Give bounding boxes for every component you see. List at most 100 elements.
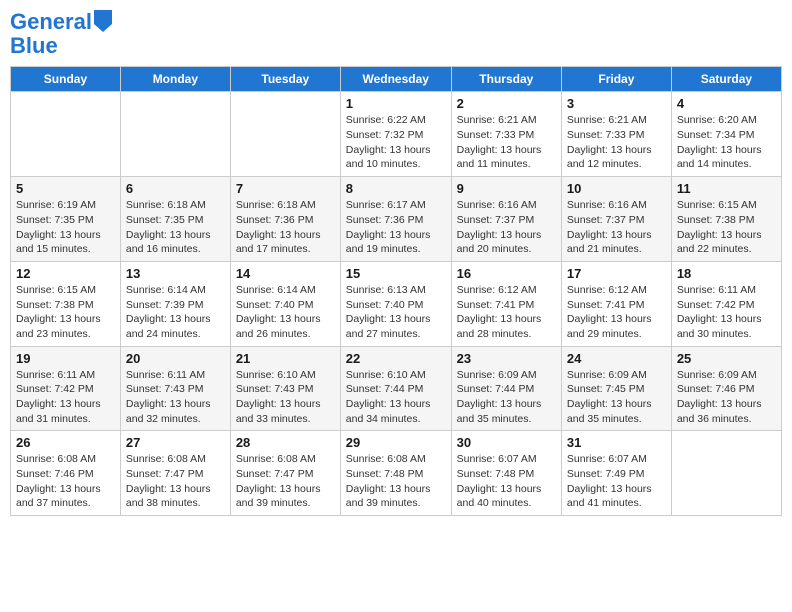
day-info: Sunrise: 6:08 AMSunset: 7:47 PMDaylight:… (236, 452, 335, 511)
day-info: Sunrise: 6:18 AMSunset: 7:36 PMDaylight:… (236, 198, 335, 257)
day-info: Sunrise: 6:17 AMSunset: 7:36 PMDaylight:… (346, 198, 446, 257)
day-number: 9 (457, 181, 556, 196)
day-number: 25 (677, 351, 776, 366)
day-number: 15 (346, 266, 446, 281)
day-cell: 16 Sunrise: 6:12 AMSunset: 7:41 PMDayligh… (451, 261, 561, 346)
day-info: Sunrise: 6:09 AMSunset: 7:45 PMDaylight:… (567, 368, 666, 427)
day-info: Sunrise: 6:13 AMSunset: 7:40 PMDaylight:… (346, 283, 446, 342)
day-number: 16 (457, 266, 556, 281)
day-info: Sunrise: 6:08 AMSunset: 7:48 PMDaylight:… (346, 452, 446, 511)
weekday-saturday: Saturday (671, 67, 781, 92)
day-cell: 30Sunrise: 6:07 AMSunset: 7:48 PMDayligh… (451, 431, 561, 516)
day-number: 21 (236, 351, 335, 366)
day-cell: 21 Sunrise: 6:10 AMSunset: 7:43 PMDayligh… (230, 346, 340, 431)
day-cell: 23 Sunrise: 6:09 AMSunset: 7:44 PMDayligh… (451, 346, 561, 431)
day-info: Sunrise: 6:11 AMSunset: 7:42 PMDaylight:… (16, 368, 115, 427)
weekday-monday: Monday (120, 67, 230, 92)
day-number: 18 (677, 266, 776, 281)
day-info: Sunrise: 6:20 AMSunset: 7:34 PMDaylight:… (677, 113, 776, 172)
day-info: Sunrise: 6:21 AMSunset: 7:33 PMDaylight:… (457, 113, 556, 172)
day-info: Sunrise: 6:15 AMSunset: 7:38 PMDaylight:… (16, 283, 115, 342)
day-info: Sunrise: 6:16 AMSunset: 7:37 PMDaylight:… (567, 198, 666, 257)
day-cell: 5 Sunrise: 6:19 AMSunset: 7:35 PMDaylight… (11, 177, 121, 262)
day-cell: 8Sunrise: 6:17 AMSunset: 7:36 PMDaylight… (340, 177, 451, 262)
day-info: Sunrise: 6:08 AMSunset: 7:47 PMDaylight:… (126, 452, 225, 511)
day-cell: 3 Sunrise: 6:21 AMSunset: 7:33 PMDaylight… (561, 92, 671, 177)
day-cell (230, 92, 340, 177)
day-cell: 25 Sunrise: 6:09 AMSunset: 7:46 PMDayligh… (671, 346, 781, 431)
day-number: 20 (126, 351, 225, 366)
day-cell: 22 Sunrise: 6:10 AMSunset: 7:44 PMDayligh… (340, 346, 451, 431)
day-number: 5 (16, 181, 115, 196)
day-number: 7 (236, 181, 335, 196)
day-info: Sunrise: 6:10 AMSunset: 7:44 PMDaylight:… (346, 368, 446, 427)
day-info: Sunrise: 6:08 AMSunset: 7:46 PMDaylight:… (16, 452, 115, 511)
weekday-sunday: Sunday (11, 67, 121, 92)
day-info: Sunrise: 6:19 AMSunset: 7:35 PMDaylight:… (16, 198, 115, 257)
day-cell: 18 Sunrise: 6:11 AMSunset: 7:42 PMDayligh… (671, 261, 781, 346)
day-cell: 7 Sunrise: 6:18 AMSunset: 7:36 PMDaylight… (230, 177, 340, 262)
day-number: 6 (126, 181, 225, 196)
day-number: 1 (346, 96, 446, 111)
day-info: Sunrise: 6:14 AMSunset: 7:40 PMDaylight:… (236, 283, 335, 342)
week-row-1: 1 Sunrise: 6:22 AMSunset: 7:32 PMDaylight… (11, 92, 782, 177)
day-number: 12 (16, 266, 115, 281)
day-cell: 14 Sunrise: 6:14 AMSunset: 7:40 PMDayligh… (230, 261, 340, 346)
day-number: 17 (567, 266, 666, 281)
day-cell: 31 Sunrise: 6:07 AMSunset: 7:49 PMDayligh… (561, 431, 671, 516)
logo-text-general: General (10, 10, 92, 34)
day-number: 29 (346, 435, 446, 450)
day-number: 26 (16, 435, 115, 450)
day-cell (120, 92, 230, 177)
day-cell: 19Sunrise: 6:11 AMSunset: 7:42 PMDayligh… (11, 346, 121, 431)
day-cell: 6 Sunrise: 6:18 AMSunset: 7:35 PMDaylight… (120, 177, 230, 262)
day-number: 2 (457, 96, 556, 111)
day-cell: 15 Sunrise: 6:13 AMSunset: 7:40 PMDayligh… (340, 261, 451, 346)
day-cell: 12 Sunrise: 6:15 AMSunset: 7:38 PMDayligh… (11, 261, 121, 346)
calendar: SundayMondayTuesdayWednesdayThursdayFrid… (10, 66, 782, 516)
day-cell: 4 Sunrise: 6:20 AMSunset: 7:34 PMDaylight… (671, 92, 781, 177)
day-info: Sunrise: 6:11 AMSunset: 7:43 PMDaylight:… (126, 368, 225, 427)
day-info: Sunrise: 6:21 AMSunset: 7:33 PMDaylight:… (567, 113, 666, 172)
day-info: Sunrise: 6:09 AMSunset: 7:44 PMDaylight:… (457, 368, 556, 427)
day-info: Sunrise: 6:12 AMSunset: 7:41 PMDaylight:… (457, 283, 556, 342)
day-cell: 1 Sunrise: 6:22 AMSunset: 7:32 PMDaylight… (340, 92, 451, 177)
day-info: Sunrise: 6:18 AMSunset: 7:35 PMDaylight:… (126, 198, 225, 257)
day-cell: 27Sunrise: 6:08 AMSunset: 7:47 PMDayligh… (120, 431, 230, 516)
day-number: 4 (677, 96, 776, 111)
day-cell: 2 Sunrise: 6:21 AMSunset: 7:33 PMDaylight… (451, 92, 561, 177)
day-number: 22 (346, 351, 446, 366)
day-cell: 24Sunrise: 6:09 AMSunset: 7:45 PMDayligh… (561, 346, 671, 431)
day-number: 3 (567, 96, 666, 111)
day-number: 13 (126, 266, 225, 281)
day-number: 28 (236, 435, 335, 450)
day-info: Sunrise: 6:09 AMSunset: 7:46 PMDaylight:… (677, 368, 776, 427)
week-row-5: 26 Sunrise: 6:08 AMSunset: 7:46 PMDayligh… (11, 431, 782, 516)
logo-text-blue: Blue (10, 34, 112, 58)
day-info: Sunrise: 6:11 AMSunset: 7:42 PMDaylight:… (677, 283, 776, 342)
day-cell: 28 Sunrise: 6:08 AMSunset: 7:47 PMDayligh… (230, 431, 340, 516)
day-number: 23 (457, 351, 556, 366)
day-cell (671, 431, 781, 516)
day-info: Sunrise: 6:10 AMSunset: 7:43 PMDaylight:… (236, 368, 335, 427)
day-info: Sunrise: 6:22 AMSunset: 7:32 PMDaylight:… (346, 113, 446, 172)
day-number: 11 (677, 181, 776, 196)
weekday-friday: Friday (561, 67, 671, 92)
logo: General Blue (10, 10, 112, 58)
day-cell: 10 Sunrise: 6:16 AMSunset: 7:37 PMDayligh… (561, 177, 671, 262)
day-number: 31 (567, 435, 666, 450)
day-info: Sunrise: 6:16 AMSunset: 7:37 PMDaylight:… (457, 198, 556, 257)
logo-icon (94, 10, 112, 32)
day-cell: 11Sunrise: 6:15 AMSunset: 7:38 PMDayligh… (671, 177, 781, 262)
week-row-4: 19Sunrise: 6:11 AMSunset: 7:42 PMDayligh… (11, 346, 782, 431)
day-cell: 29 Sunrise: 6:08 AMSunset: 7:48 PMDayligh… (340, 431, 451, 516)
weekday-wednesday: Wednesday (340, 67, 451, 92)
day-info: Sunrise: 6:14 AMSunset: 7:39 PMDaylight:… (126, 283, 225, 342)
weekday-thursday: Thursday (451, 67, 561, 92)
weekday-tuesday: Tuesday (230, 67, 340, 92)
week-row-3: 12 Sunrise: 6:15 AMSunset: 7:38 PMDayligh… (11, 261, 782, 346)
day-number: 14 (236, 266, 335, 281)
day-number: 10 (567, 181, 666, 196)
day-info: Sunrise: 6:07 AMSunset: 7:49 PMDaylight:… (567, 452, 666, 511)
day-cell: 9 Sunrise: 6:16 AMSunset: 7:37 PMDaylight… (451, 177, 561, 262)
